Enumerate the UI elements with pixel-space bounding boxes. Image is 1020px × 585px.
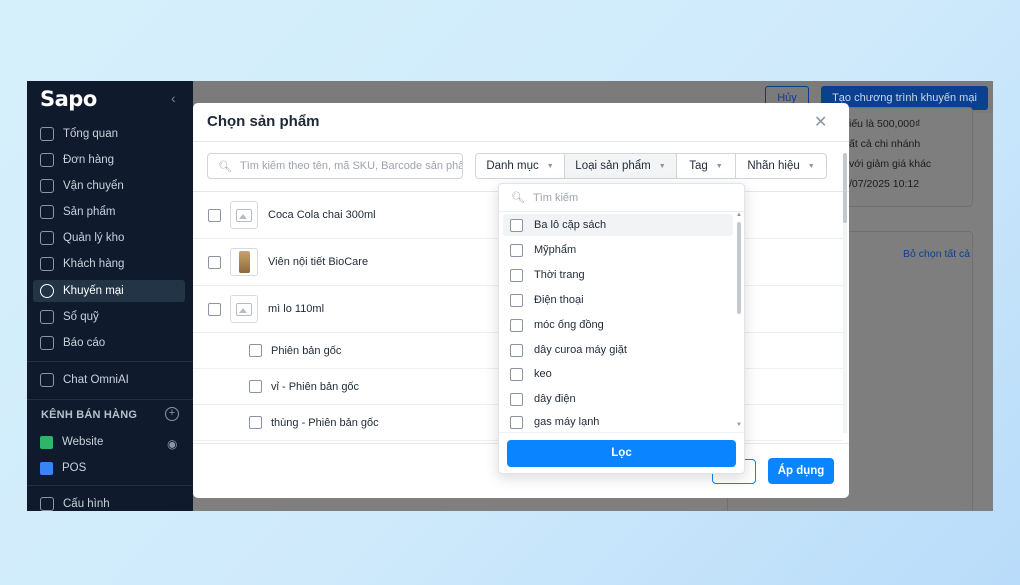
sidebar-item-customers[interactable]: Khách hàng: [33, 253, 185, 275]
header-divider: [193, 141, 849, 142]
sidebar-item-reports[interactable]: Báo cáo: [33, 332, 185, 354]
dropdown-option[interactable]: keo: [503, 363, 733, 385]
ai-chat-icon: [40, 373, 54, 387]
row-checkbox[interactable]: [249, 344, 262, 357]
variant-name: Phiên bản gốc: [271, 344, 342, 357]
sales-channels-heading: KÊNH BÁN HÀNG: [41, 409, 138, 421]
row-checkbox[interactable]: [208, 208, 221, 222]
product-search-input[interactable]: 🔍︎ Tìm kiếm theo tên, mã SKU, Barcode sả…: [207, 153, 463, 179]
scroll-up-icon[interactable]: ▲: [736, 212, 742, 218]
option-checkbox[interactable]: [510, 392, 523, 406]
warehouse-icon: [40, 231, 54, 245]
dropdown-search-input[interactable]: 🔍︎ Tìm kiếm: [499, 184, 744, 212]
dropdown-option[interactable]: Mỹphẩm: [503, 239, 733, 261]
sidebar-item-config[interactable]: Cấu hình: [33, 493, 185, 511]
box-icon: [40, 205, 54, 219]
dropdown-search-placeholder: Tìm kiếm: [532, 191, 579, 204]
list-scrollbar[interactable]: [843, 153, 847, 433]
chevron-down-icon: ▼: [546, 162, 554, 170]
option-checkbox[interactable]: [510, 293, 523, 307]
product-thumbnail: [230, 248, 258, 276]
filter-apply-button[interactable]: Lọc: [507, 440, 736, 467]
chevron-down-icon: ▼: [807, 162, 815, 170]
option-checkbox[interactable]: [510, 268, 523, 282]
product-name: Coca Cola chai 300ml: [268, 209, 376, 221]
eye-icon[interactable]: ◉: [167, 437, 177, 451]
summary-line: /07/2025 10:12: [849, 178, 920, 190]
add-channel-icon[interactable]: +: [165, 407, 179, 421]
dropdown-scrollbar[interactable]: ▲ ▼: [736, 212, 742, 428]
cashbook-icon: [40, 310, 54, 324]
settings-icon: [40, 497, 54, 511]
option-checkbox[interactable]: [510, 343, 523, 357]
modal-title: Chọn sản phẩm: [207, 113, 320, 130]
sidebar-item-website[interactable]: Website: [33, 431, 185, 453]
product-name: mì lo 110ml: [268, 303, 325, 315]
order-icon: [40, 153, 54, 167]
row-checkbox[interactable]: [208, 255, 221, 269]
user-icon: [40, 257, 54, 271]
sidebar-item-cashbook[interactable]: Sổ quỹ: [33, 306, 185, 328]
sidebar-divider: [27, 361, 193, 362]
website-icon: [40, 435, 53, 449]
dropdown-option[interactable]: dây curoa máy giặt: [503, 339, 733, 361]
search-placeholder: Tìm kiếm theo tên, mã SKU, Barcode sản p…: [239, 160, 462, 172]
search-icon: 🔍︎: [218, 160, 232, 173]
dropdown-option[interactable]: móc ống đồng: [503, 314, 733, 336]
filter-category[interactable]: Danh mục ▼: [476, 154, 565, 178]
summary-line: iếu là 500,000₫: [849, 118, 921, 130]
chevron-down-icon: ▼: [715, 162, 723, 170]
option-checkbox[interactable]: [510, 218, 523, 232]
filter-brand[interactable]: Nhãn hiệu ▼: [736, 154, 826, 178]
sidebar-item-chat-omniai[interactable]: Chat OmniAI: [33, 369, 185, 391]
dropdown-option[interactable]: dây điện: [503, 388, 733, 410]
search-icon: 🔍︎: [511, 192, 525, 204]
sidebar-item-promotions[interactable]: Khuyến mại: [33, 280, 185, 302]
sidebar-item-inventory[interactable]: Quản lý kho: [33, 227, 185, 249]
summary-line: ất cả chi nhánh: [849, 138, 921, 150]
sidebar-item-shipping[interactable]: Vận chuyển: [33, 175, 185, 197]
sidebar-divider: [27, 399, 193, 400]
row-checkbox[interactable]: [249, 380, 262, 393]
filter-product-type[interactable]: Loại sản phẩm ▼: [565, 154, 677, 178]
variant-name: vỉ - Phiên bản gốc: [271, 380, 360, 393]
sidebar-item-pos[interactable]: POS: [33, 457, 185, 479]
filter-tag[interactable]: Tag ▼: [677, 154, 736, 178]
sidebar-divider: [27, 485, 193, 486]
option-checkbox[interactable]: [510, 318, 523, 332]
product-type-dropdown: 🔍︎ Tìm kiếm Ba lô cặp sách Mỹphẩm Thời t…: [498, 183, 745, 474]
image-placeholder-icon: [230, 201, 258, 229]
option-checkbox[interactable]: [510, 243, 523, 257]
image-placeholder-icon: [230, 295, 258, 323]
dropdown-option[interactable]: Thời trang: [503, 264, 733, 286]
sidebar: Sapo ‹ Tổng quan Đơn hàng Vận chuyển Sản…: [27, 81, 193, 511]
pos-icon: [40, 461, 53, 475]
sidebar-item-orders[interactable]: Đơn hàng: [33, 149, 185, 171]
sapo-logo[interactable]: Sapo: [40, 87, 97, 111]
filter-group: Danh mục ▼ Loại sản phẩm ▼ Tag ▼ Nhãn hiệu ▼: [475, 153, 827, 179]
summary-line: với giảm giá khác: [849, 158, 932, 170]
bar-chart-icon: [40, 336, 54, 350]
truck-icon: [40, 179, 54, 193]
row-checkbox[interactable]: [249, 416, 262, 429]
option-checkbox[interactable]: [510, 367, 523, 381]
row-checkbox[interactable]: [208, 302, 221, 316]
scroll-down-icon[interactable]: ▼: [736, 422, 742, 428]
discount-icon: [40, 284, 54, 298]
close-icon[interactable]: ✕: [814, 112, 827, 132]
sidebar-item-products[interactable]: Sản phẩm: [33, 201, 185, 223]
deselect-all-link[interactable]: Bỏ chọn tất cả: [903, 248, 970, 260]
variant-name: thùng - Phiên bản gốc: [271, 416, 379, 429]
dropdown-option[interactable]: Điện thoại: [503, 289, 733, 311]
chevron-down-icon: ▼: [658, 162, 666, 170]
option-checkbox[interactable]: [510, 415, 523, 429]
product-name: Viên nội tiết BioCare: [268, 256, 369, 268]
apply-button[interactable]: Áp dụng: [768, 458, 834, 484]
collapse-sidebar-icon[interactable]: ‹: [171, 90, 176, 106]
home-icon: [40, 127, 54, 141]
dropdown-divider: [499, 432, 744, 433]
sidebar-item-overview[interactable]: Tổng quan: [33, 123, 185, 145]
dropdown-option[interactable]: Ba lô cặp sách: [503, 214, 733, 236]
dropdown-option[interactable]: gas máy lạnh: [503, 413, 733, 431]
